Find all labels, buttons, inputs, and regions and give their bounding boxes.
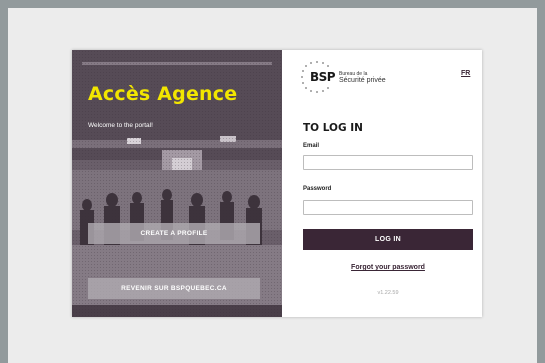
login-title: TO LOG IN — [303, 122, 363, 134]
logo-organization-name: Bureau de la Sécurité privée — [339, 71, 386, 85]
login-button[interactable]: LOG IN — [303, 229, 473, 250]
login-card: Accès Agence Welcome to the portal! CREA… — [72, 50, 482, 317]
welcome-text: Welcome to the portal! — [88, 122, 153, 129]
language-switch-link[interactable]: FR — [461, 70, 470, 77]
forgot-password-link[interactable]: Forgot your password — [303, 264, 473, 271]
password-field[interactable] — [303, 200, 473, 215]
hero-title: Accès Agence — [88, 83, 238, 105]
logo-name-line2: Sécurité privée — [339, 77, 386, 84]
bsp-logo: BSP Bureau de la Sécurité privée — [298, 60, 388, 94]
create-profile-button[interactable]: CREATE A PROFILE — [88, 223, 260, 244]
email-label: Email — [303, 143, 320, 149]
password-label: Password — [303, 186, 332, 192]
logo-abbreviation: BSP — [310, 70, 336, 84]
back-to-site-button[interactable]: REVENIR SUR BSPQUEBEC.CA — [88, 278, 260, 299]
hero-panel: Accès Agence Welcome to the portal! CREA… — [72, 50, 282, 317]
login-panel: BSP Bureau de la Sécurité privée FR TO L… — [282, 50, 482, 317]
email-field[interactable] — [303, 155, 473, 170]
version-text: v1.22.59 — [377, 290, 399, 296]
